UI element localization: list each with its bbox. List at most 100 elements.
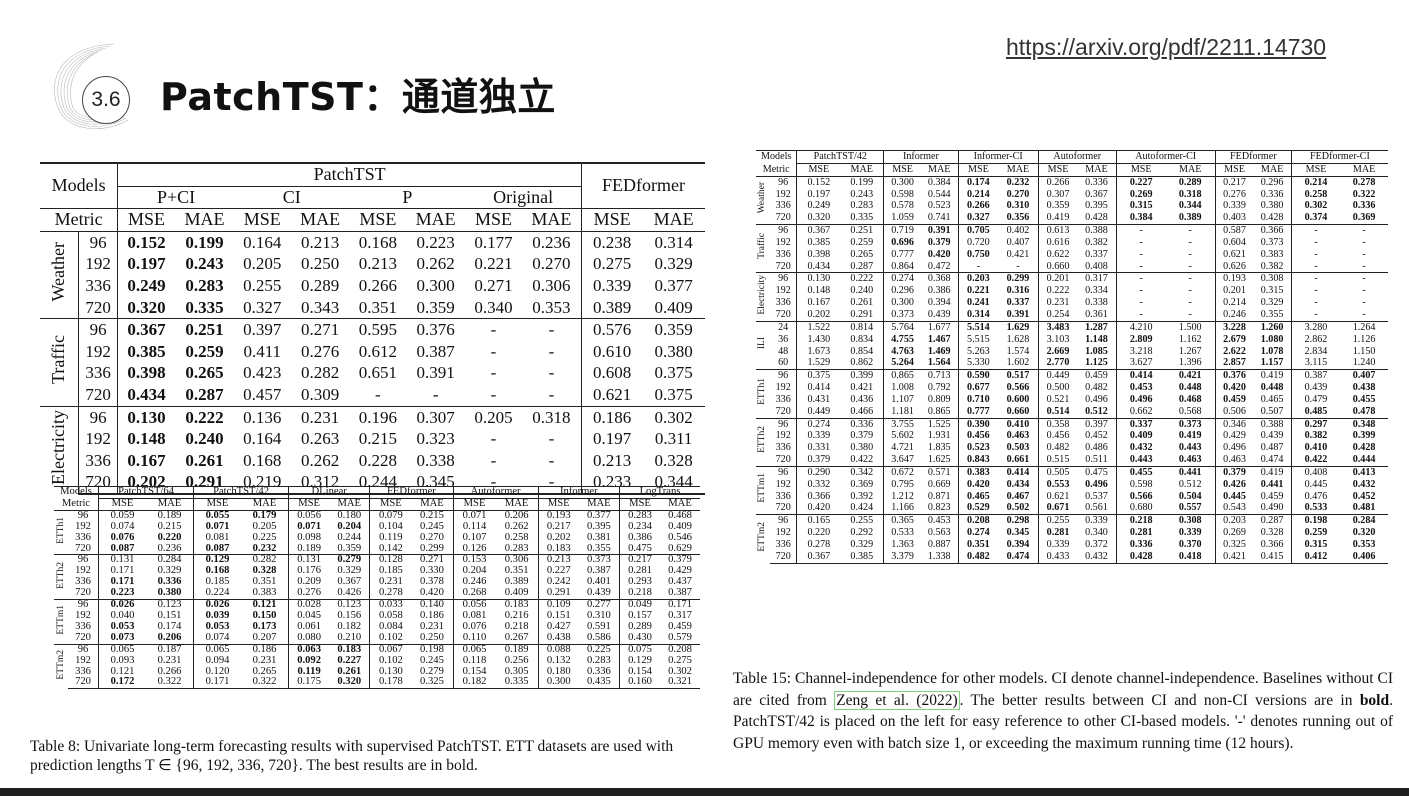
value-cell: 0.563 (927, 527, 951, 539)
value-cell: 0.189 (495, 643, 539, 656)
slide-title: PatchTST：通道独立 (160, 75, 556, 119)
header-model-name: Informer (883, 150, 959, 164)
value-cell: 0.186 (241, 643, 289, 656)
paper-link[interactable]: https://arxiv.org/pdf/2211.14730 (1006, 34, 1326, 61)
value-cell: 0.428 (1085, 212, 1108, 224)
value-cell: 0.344 (1178, 200, 1202, 212)
dataset-label: ILI (757, 337, 768, 350)
value-cell: 0.626 (1214, 260, 1254, 273)
value-cell: 0.444 (1352, 454, 1376, 466)
value-cell: 0.669 (927, 478, 951, 490)
value-cell: 0.795 (883, 478, 921, 491)
value-cell: 0.612 (358, 341, 397, 361)
value-cell: 0.496 (1085, 478, 1108, 490)
header-mse: MSE (957, 162, 999, 177)
value-cell: 0.420 (796, 502, 841, 515)
header-model-name: PatchTST/42 (796, 150, 884, 164)
value-cell: 0.337 (1006, 297, 1030, 309)
value-cell: 0.475 (618, 543, 661, 555)
value-cell: 0.183 (329, 643, 370, 656)
value-cell: 0.281 (1037, 527, 1078, 539)
value-cell: 0.249 (117, 274, 175, 297)
value-cell: 0.056 (288, 509, 330, 522)
value-cell: 0.227 (337, 654, 362, 666)
value-cell: 0.843 (957, 454, 999, 467)
value-cell: 0.289 (300, 275, 340, 295)
header-model-name: Autoformer (452, 486, 539, 499)
value-cell: 0.318 (1178, 188, 1202, 200)
value-cell: 0.459 (1077, 369, 1117, 383)
value-cell: 0.561 (1085, 502, 1108, 514)
value-cell: 0.074 (98, 521, 147, 533)
table15-caption: Table 15: Channel-independence for other… (733, 670, 1393, 752)
value-cell: 0.197 (117, 253, 175, 275)
header-mse: MSE (234, 208, 291, 232)
value-cell: 0.258 (1290, 188, 1341, 201)
horizon-cell: 192 (77, 253, 118, 275)
value-cell: 0.250 (420, 631, 444, 643)
header-mae: MAE (495, 497, 539, 511)
value-cell: 1.363 (883, 539, 921, 551)
value-cell: 0.395 (1085, 200, 1108, 212)
value-cell: 0.409 (654, 297, 693, 317)
value-cell: - (432, 384, 439, 404)
value-cell: - (1362, 297, 1366, 309)
value-cell: 0.381 (586, 531, 611, 543)
value-cell: 0.455 (1352, 393, 1376, 405)
value-cell: - (521, 318, 582, 341)
value-cell: 1.835 (927, 442, 951, 454)
value-cell: 0.287 (1253, 514, 1292, 528)
value-cell: 0.164 (243, 429, 282, 449)
value-cell: 1.181 (883, 405, 921, 419)
header-mse: MSE (1214, 162, 1254, 177)
value-cell: 0.182 (452, 676, 496, 690)
value-cell: 0.225 (578, 643, 620, 656)
value-cell: 0.081 (193, 532, 242, 544)
value-cell: 0.514 (1037, 405, 1078, 419)
value-cell: 0.419 (1253, 465, 1292, 479)
value-cell: 0.610 (581, 340, 643, 363)
value-cell: 0.443 (1178, 442, 1202, 454)
value-cell: 0.379 (1214, 465, 1254, 479)
value-cell: 0.419 (1037, 212, 1078, 225)
value-cell: 0.231 (290, 405, 350, 429)
value-cell: 0.118 (452, 655, 496, 667)
value-cell: 0.476 (1290, 490, 1341, 503)
value-cell: 0.407 (1006, 236, 1030, 248)
value-cell: 0.215 (411, 509, 454, 522)
value-cell: 0.486 (1085, 442, 1108, 454)
header-mse: MSE (883, 162, 921, 177)
value-cell: 0.174 (957, 175, 999, 189)
value-cell: 3.647 (883, 454, 921, 467)
value-cell: 0.274 (796, 417, 841, 431)
value-cell: - (490, 341, 497, 361)
value-cell: 0.274 (883, 272, 921, 286)
value-cell: 0.334 (1085, 285, 1108, 297)
value-cell: 0.579 (668, 631, 692, 643)
value-cell: 0.576 (581, 318, 643, 341)
value-cell: 0.205 (243, 254, 282, 274)
value-cell: 0.283 (185, 275, 224, 295)
value-cell: 1.396 (1178, 357, 1202, 369)
value-cell: 0.231 (1037, 297, 1078, 309)
value-cell: 0.328 (1260, 527, 1284, 539)
value-cell: 0.207 (252, 631, 277, 643)
value-cell: 0.119 (369, 532, 412, 544)
value-cell: 0.245 (420, 654, 444, 666)
header-model-name: PatchTST/42 (193, 486, 289, 499)
value-cell: 0.318 (521, 405, 582, 429)
value-cell: 0.284 (1340, 514, 1388, 528)
value-cell: 0.278 (369, 587, 412, 600)
value-cell: 0.328 (654, 450, 693, 470)
horizon-cell: 720 (775, 405, 791, 417)
value-cell: 0.245 (420, 520, 444, 532)
value-cell: 0.210 (337, 631, 362, 643)
value-cell: - (548, 341, 555, 361)
value-cell: 0.432 (1352, 478, 1376, 490)
header-model-name: FEDformer-CI (1290, 150, 1388, 164)
value-cell: 0.390 (957, 417, 999, 431)
value-cell: 0.276 (1214, 188, 1254, 201)
value-cell: 1.162 (1178, 333, 1202, 345)
value-cell: 0.413 (1340, 465, 1388, 479)
citation-link[interactable]: Zeng et al. (2022) (834, 690, 960, 710)
